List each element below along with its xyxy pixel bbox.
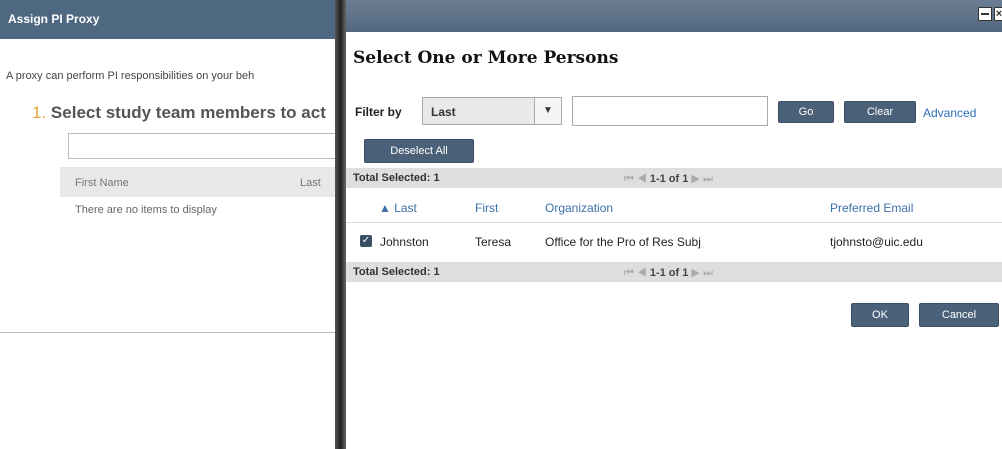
column-header-email[interactable]: Preferred Email	[830, 201, 913, 215]
clear-button[interactable]: Clear	[844, 101, 916, 123]
table-divider	[346, 222, 1002, 223]
prev-page-icon[interactable]: ◀	[637, 173, 647, 185]
bg-search-input[interactable]	[68, 133, 343, 159]
last-page-icon[interactable]: ⏭	[703, 173, 713, 185]
pager: ⏮ ◀ 1-1 of 1 ▶ ⏭	[624, 172, 713, 186]
filter-field-select[interactable]: Last ▼	[422, 97, 562, 125]
cell-email: tjohnsto@uic.edu	[830, 235, 923, 249]
next-page-icon[interactable]: ▶	[691, 267, 699, 279]
next-page-icon[interactable]: ▶	[691, 173, 699, 185]
pager: ⏮ ◀ 1-1 of 1 ▶ ⏭	[624, 266, 713, 280]
select-persons-modal: × Select One or More Persons Filter by L…	[346, 0, 1002, 449]
modal-title: Select One or More Persons	[353, 48, 619, 68]
bg-column-first-name[interactable]: First Name	[75, 177, 129, 189]
row-checkbox[interactable]: ✓	[360, 235, 372, 247]
bg-empty-message: There are no items to display	[75, 204, 217, 216]
column-header-first[interactable]: First	[475, 201, 498, 215]
last-page-icon[interactable]: ⏭	[703, 267, 713, 279]
ok-button[interactable]: OK	[851, 303, 909, 327]
bg-divider	[0, 332, 345, 333]
first-page-icon[interactable]: ⏮	[624, 267, 634, 279]
totals-bar-bottom: Total Selected: 1 ⏮ ◀ 1-1 of 1 ▶ ⏭	[346, 262, 1002, 282]
step-number: 1.	[32, 103, 47, 122]
totals-bar-top: Total Selected: 1 ⏮ ◀ 1-1 of 1 ▶ ⏭	[346, 168, 1002, 188]
close-icon[interactable]: ×	[994, 7, 1002, 21]
filter-select-value: Last	[431, 105, 456, 119]
modal-shadow	[335, 0, 346, 449]
step-label: Select study team members to act	[50, 103, 326, 122]
filter-input[interactable]	[572, 96, 768, 126]
minimize-icon[interactable]	[978, 7, 992, 21]
page-range: 1-1 of 1	[649, 267, 689, 279]
bg-dialog-description: A proxy can perform PI responsibilities …	[6, 70, 255, 82]
cell-last-name: Johnston	[380, 235, 429, 249]
cell-first-name: Teresa	[475, 235, 512, 249]
bg-column-last-name[interactable]: Last	[300, 177, 321, 189]
first-page-icon[interactable]: ⏮	[624, 173, 634, 185]
cell-organization: Office for the Pro of Res Subj	[545, 235, 701, 249]
go-button[interactable]: Go	[778, 101, 834, 123]
bg-dialog-title: Assign PI Proxy	[8, 12, 100, 26]
advanced-link[interactable]: Advanced	[923, 106, 976, 120]
total-selected-label: Total Selected: 1	[353, 172, 440, 184]
bg-dialog-header: Assign PI Proxy	[0, 0, 345, 39]
bg-step-heading: 1. Select study team members to act	[32, 103, 342, 123]
total-selected-label: Total Selected: 1	[353, 266, 440, 278]
column-header-last[interactable]: ▲ Last	[379, 201, 417, 215]
deselect-all-button[interactable]: Deselect All	[364, 139, 474, 163]
modal-header: ×	[346, 0, 1002, 32]
chevron-down-icon[interactable]: ▼	[534, 98, 561, 124]
page-range: 1-1 of 1	[649, 173, 689, 185]
prev-page-icon[interactable]: ◀	[637, 267, 647, 279]
column-header-organization[interactable]: Organization	[545, 201, 613, 215]
cancel-button[interactable]: Cancel	[919, 303, 999, 327]
filter-label: Filter by	[355, 105, 402, 119]
bg-table-header: First Name Last	[60, 167, 345, 197]
